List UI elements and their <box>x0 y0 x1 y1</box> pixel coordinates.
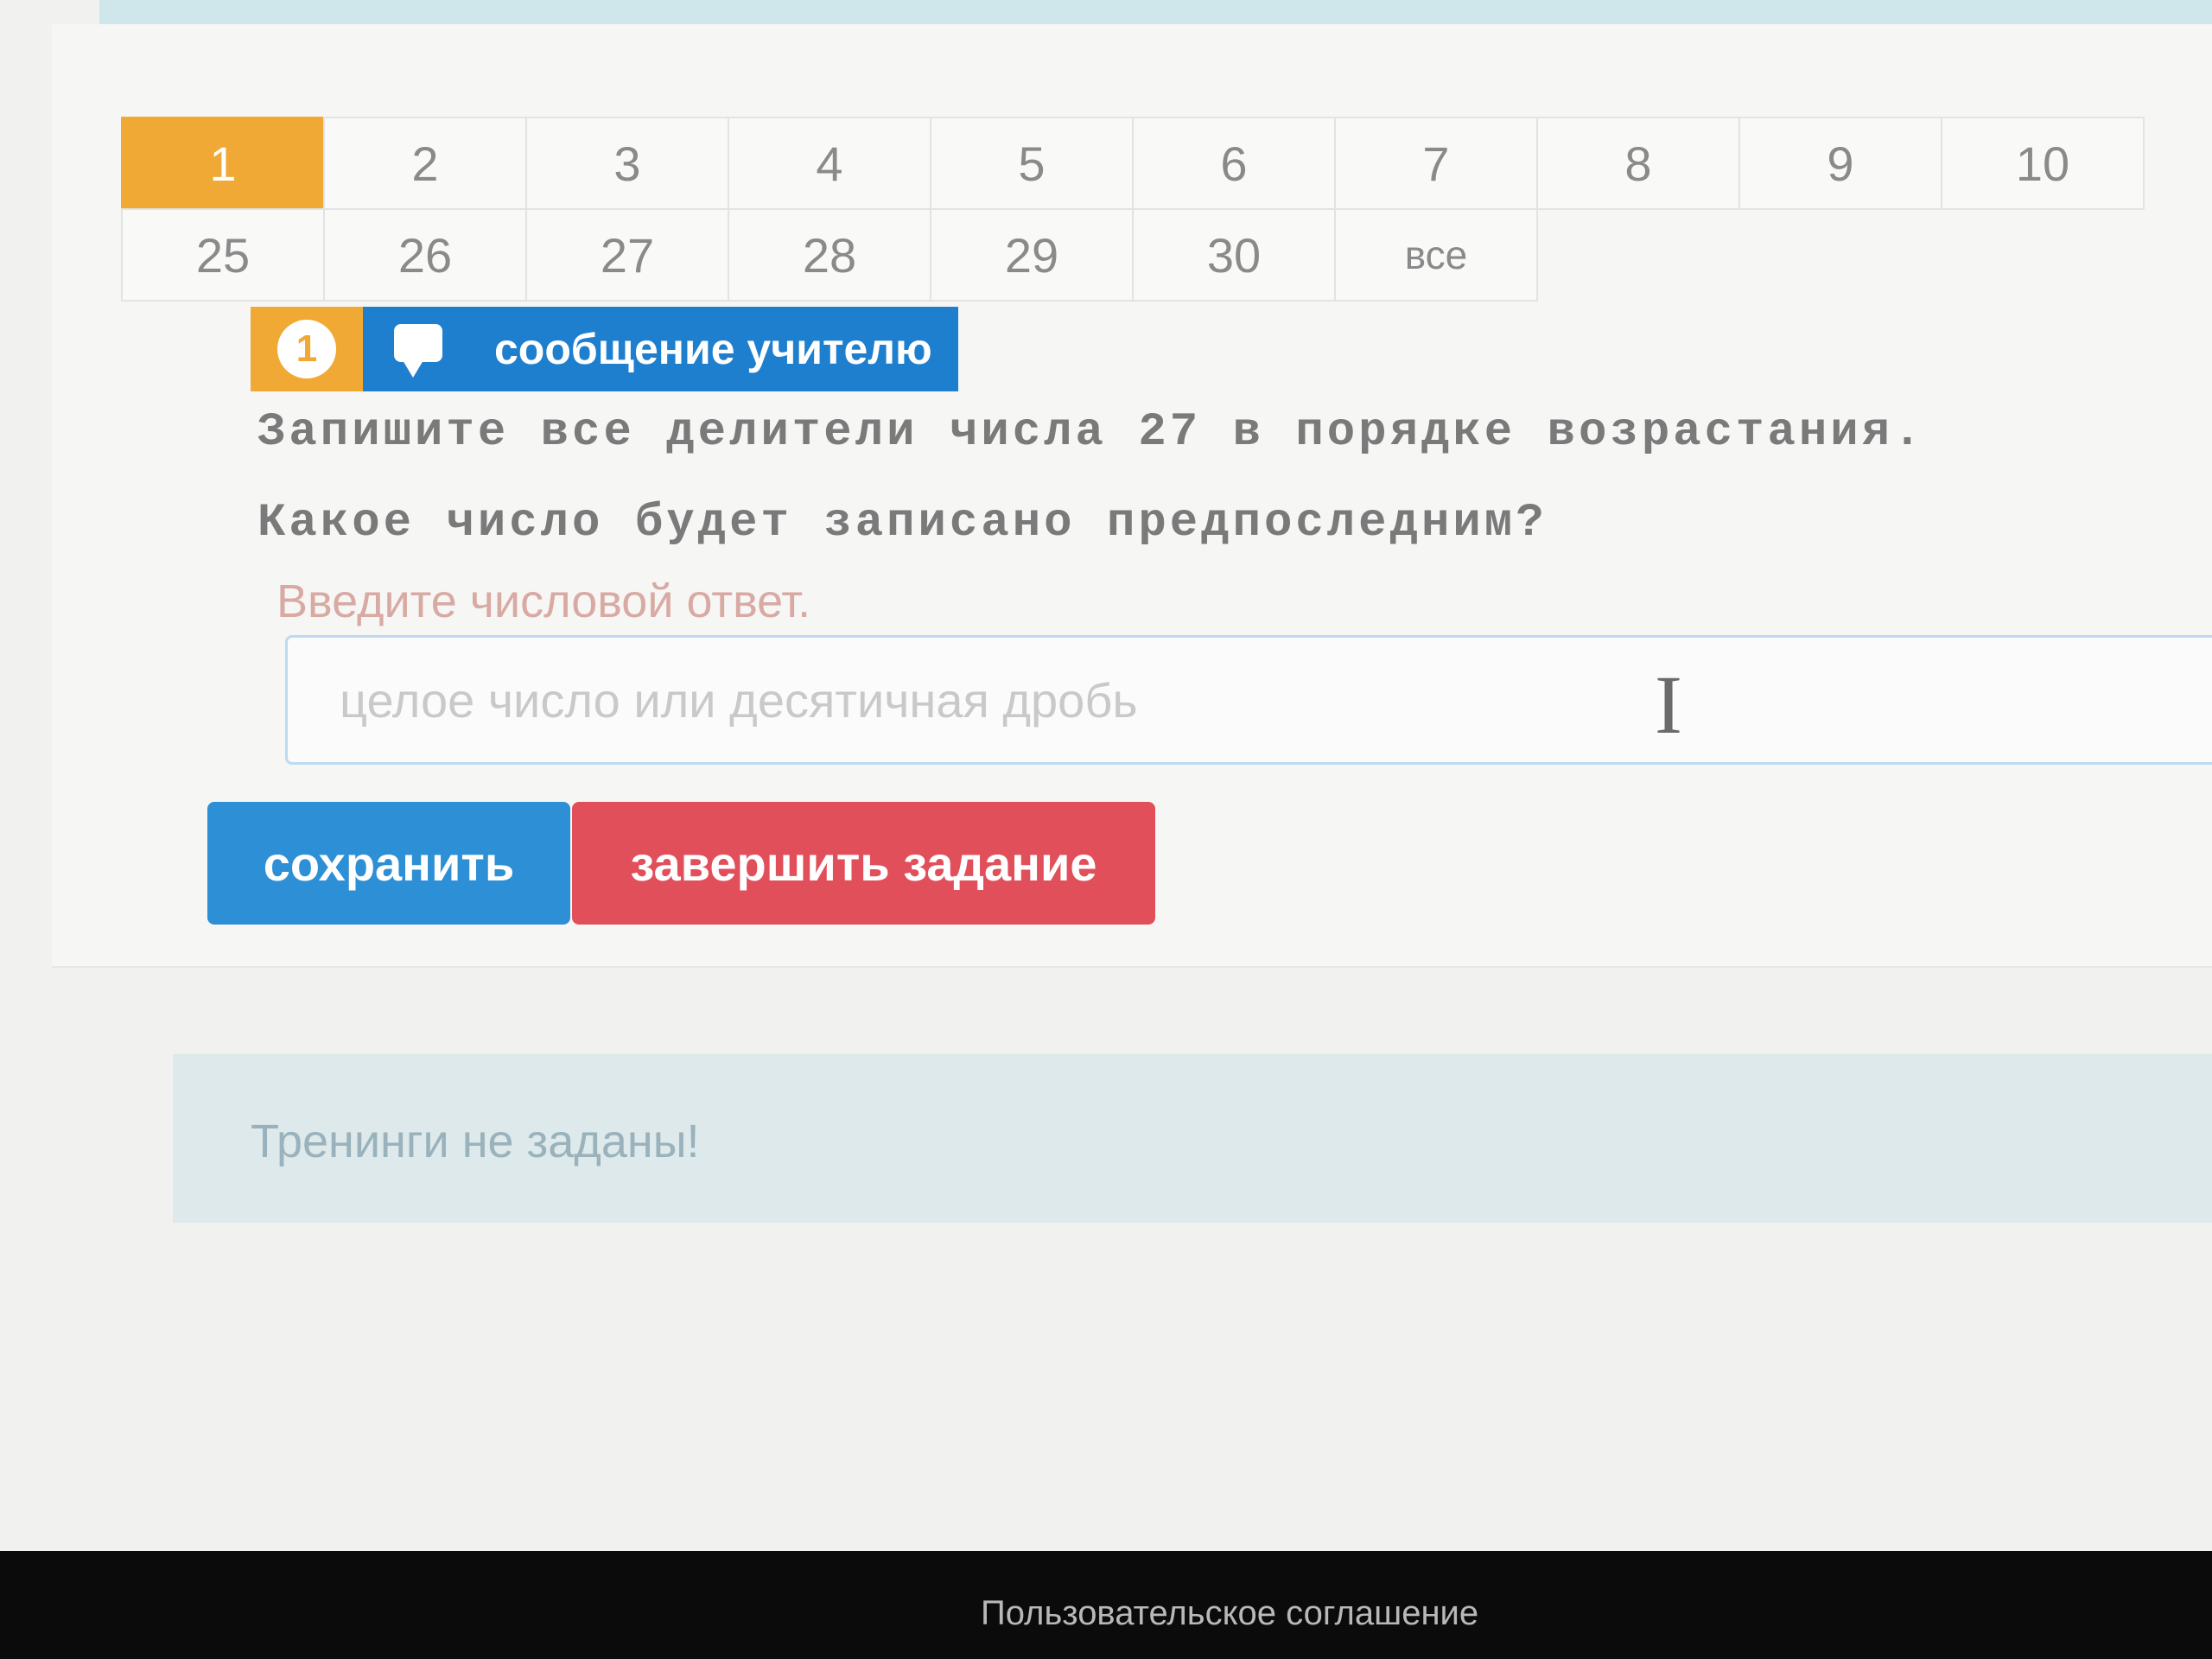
chat-bubble-icon <box>394 324 442 378</box>
pager-item-3[interactable]: 3 <box>525 117 729 210</box>
footer: Пользовательское соглашение <box>0 1551 2212 1659</box>
pager-item-5[interactable]: 5 <box>930 117 1134 210</box>
message-teacher-label: сообщение учителю <box>494 325 932 373</box>
question-text-line-1: Запишите все делители числа 27 в порядке… <box>257 406 1925 459</box>
text-cursor-icon: I <box>1655 658 1682 751</box>
pager-item-4[interactable]: 4 <box>728 117 931 210</box>
answer-input[interactable] <box>285 635 2212 765</box>
task-header: 1 сообщение учителю <box>251 307 958 391</box>
pager-item-27[interactable]: 27 <box>525 208 729 302</box>
task-pager: 1 2 3 4 5 6 7 8 9 10 25 26 27 28 29 30 в… <box>121 117 2212 302</box>
pager-item-26[interactable]: 26 <box>323 208 527 302</box>
user-agreement-link[interactable]: Пользовательское соглашение <box>981 1594 1478 1633</box>
trainings-panel: Тренинги не заданы! <box>173 1054 2212 1223</box>
pager-row-2: 25 26 27 28 29 30 все <box>121 208 2212 302</box>
pager-item-29[interactable]: 29 <box>930 208 1134 302</box>
pager-item-25[interactable]: 25 <box>121 208 325 302</box>
pager-item-all[interactable]: все <box>1334 208 1538 302</box>
pager-item-10[interactable]: 10 <box>1941 117 2145 210</box>
pager-item-30[interactable]: 30 <box>1132 208 1336 302</box>
pager-item-9[interactable]: 9 <box>1738 117 1942 210</box>
pager-item-8[interactable]: 8 <box>1536 117 1740 210</box>
task-number: 1 <box>277 320 336 378</box>
top-strip <box>99 0 2212 24</box>
page: 1 2 3 4 5 6 7 8 9 10 25 26 27 28 29 30 в… <box>0 0 2212 1659</box>
trainings-status: Тренинги не заданы! <box>251 1116 700 1167</box>
pager-item-6[interactable]: 6 <box>1132 117 1336 210</box>
pager-item-2[interactable]: 2 <box>323 117 527 210</box>
answer-label: Введите числовой ответ. <box>276 575 811 627</box>
save-button[interactable]: сохранить <box>207 802 570 925</box>
pager-item-28[interactable]: 28 <box>728 208 931 302</box>
pager-item-7[interactable]: 7 <box>1334 117 1538 210</box>
finish-task-button[interactable]: завершить задание <box>572 802 1155 925</box>
question-text-line-2: Какое число будет записано предпоследним… <box>257 497 1548 550</box>
task-number-badge: 1 <box>251 307 363 391</box>
pager-item-1[interactable]: 1 <box>121 117 325 210</box>
pager-row-1: 1 2 3 4 5 6 7 8 9 10 <box>121 117 2212 210</box>
message-teacher-button[interactable]: сообщение учителю <box>363 307 958 391</box>
